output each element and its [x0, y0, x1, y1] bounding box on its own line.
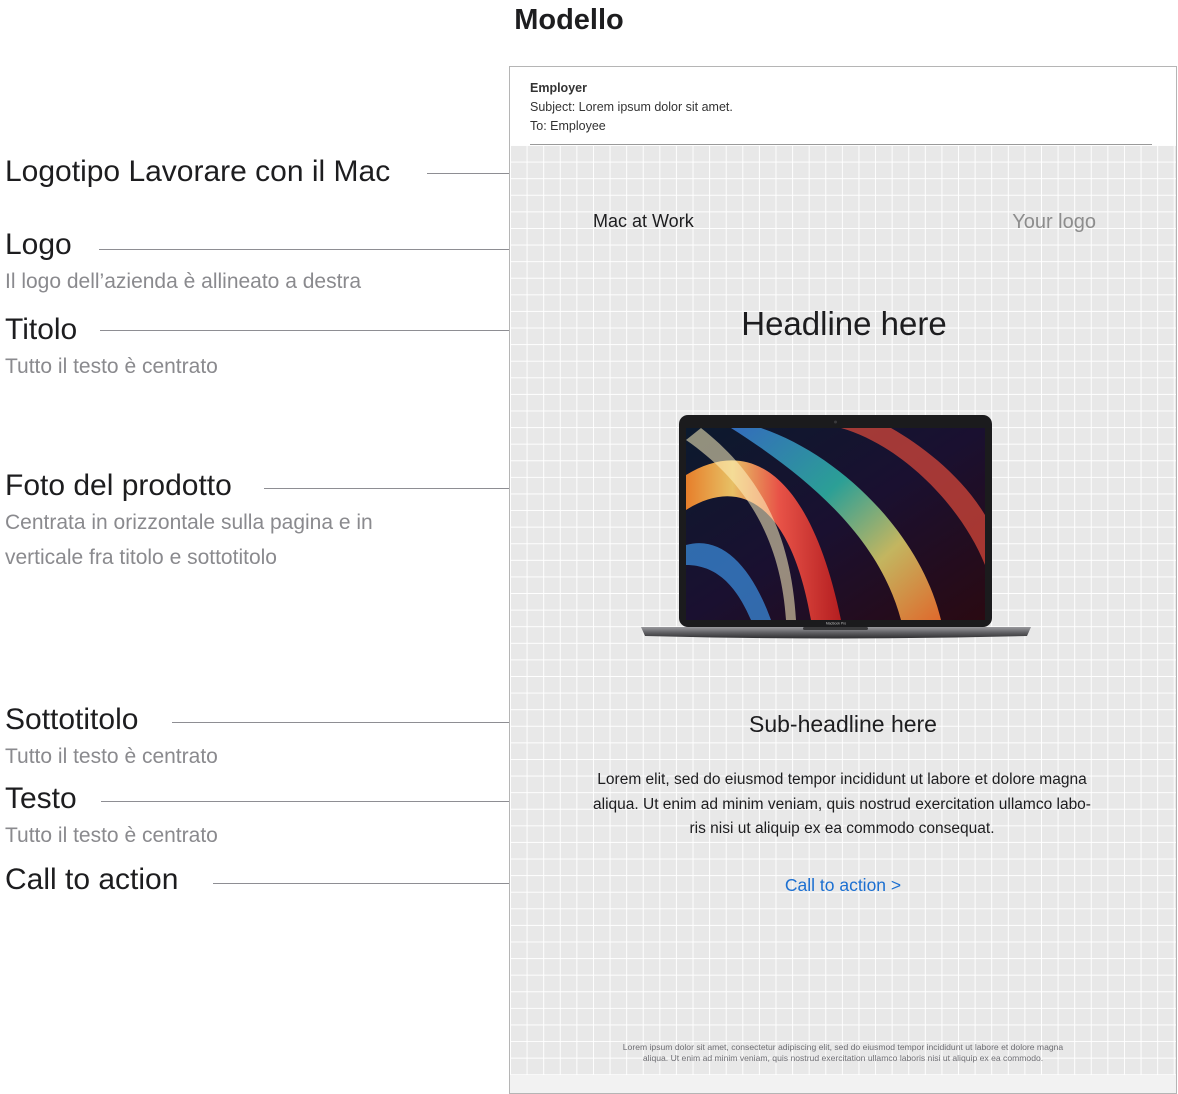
annotation-sottotitolo-label: Sottotitolo	[5, 703, 139, 736]
email-body-line-1: Lorem elit, sed do eiusmod tempor incidi…	[597, 771, 1087, 788]
email-footer-area	[510, 1075, 1176, 1093]
mac-at-work-logo: Mac at Work	[593, 211, 694, 231]
call-to-action-link[interactable]: Call to action >	[510, 875, 1176, 896]
annotation-cta: Call to action	[5, 861, 178, 899]
email-body-line-2: aliqua. Ut enim ad minim veniam, quis no…	[593, 795, 1091, 813]
email-to: To: Employee	[530, 119, 606, 133]
annotation-titolo-desc: Tutto il testo è centrato	[5, 355, 218, 378]
email-footer-line-1: Lorem ipsum dolor sit amet, consectetur …	[622, 1042, 1064, 1052]
email-body-line-3: ris nisi ut aliquip ex ea commodo conseq…	[689, 820, 995, 837]
annotation-foto-desc-2: verticale fra titolo e sottotitolo	[5, 546, 277, 569]
laptop-brand-text: MacBook Pro	[826, 622, 846, 626]
email-body-text: Lorem elit, sed do eiusmod tempor incidi…	[572, 768, 1112, 842]
email-footer-line-2: aliqua. Ut enim ad minim veniam, quis no…	[642, 1053, 1044, 1063]
annotation-logotipo: Logotipo Lavorare con il Mac	[5, 153, 390, 191]
annotation-logo-label: Logo	[5, 228, 72, 261]
annotation-foto: Foto del prodotto Centrata in orizzontal…	[5, 467, 373, 575]
annotation-testo-label: Testo	[5, 782, 77, 815]
annotation-sottotitolo-desc: Tutto il testo è centrato	[5, 745, 218, 768]
email-headline: Headline here	[741, 305, 947, 342]
email-header: Employer Subject: Lorem ipsum dolor sit …	[530, 79, 733, 136]
laptop-image: MacBook Pro	[641, 415, 1031, 652]
email-from: Employer	[530, 81, 587, 95]
annotation-foto-desc-1: Centrata in orizzontale sulla pagina e i…	[5, 511, 373, 534]
email-subheadline: Sub-headline here	[749, 711, 937, 737]
annotation-sottotitolo: Sottotitolo Tutto il testo è centrato	[5, 701, 218, 774]
email-template: Employer Subject: Lorem ipsum dolor sit …	[509, 66, 1177, 1094]
annotation-foto-label: Foto del prodotto	[5, 469, 232, 502]
email-footer-text: Lorem ipsum dolor sit amet, consectetur …	[570, 1042, 1116, 1064]
email-subject: Subject: Lorem ipsum dolor sit amet.	[530, 100, 733, 114]
annotation-logo: Logo Il logo dell’azienda è allineato a …	[5, 226, 361, 299]
page-title: Modello	[514, 4, 624, 36]
annotation-testo: Testo Tutto il testo è centrato	[5, 780, 218, 853]
annotation-testo-desc: Tutto il testo è centrato	[5, 824, 218, 847]
annotation-logo-desc: Il logo dell’azienda è allineato a destr…	[5, 270, 362, 293]
company-logo-placeholder: Your logo	[1012, 211, 1096, 233]
annotation-cta-label: Call to action	[5, 863, 179, 896]
annotation-logotipo-label: Logotipo Lavorare con il Mac	[5, 155, 391, 188]
annotation-titolo: Titolo Tutto il testo è centrato	[5, 311, 218, 384]
leader-line-testo	[101, 801, 556, 802]
